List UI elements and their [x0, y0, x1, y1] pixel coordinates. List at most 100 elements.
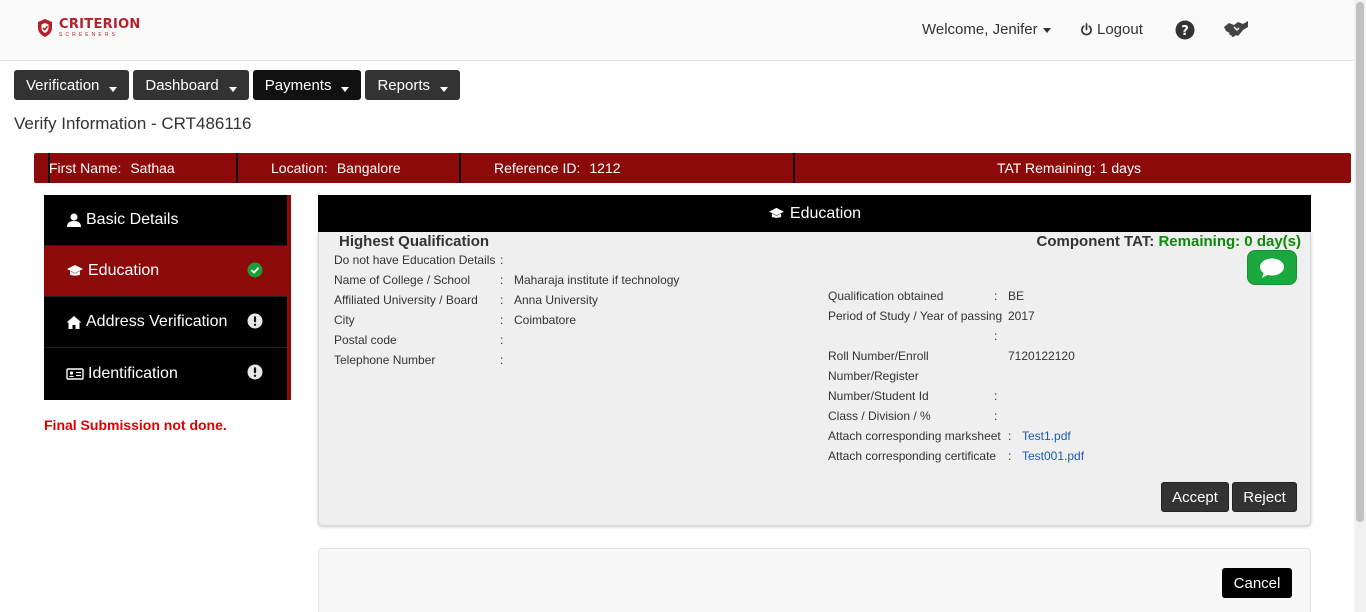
field-label: Roll Number/Enroll	[828, 349, 929, 363]
user-menu[interactable]: Welcome, Jenifer	[922, 21, 1051, 38]
home-icon	[66, 315, 82, 329]
nav-label: Reports	[377, 76, 430, 94]
section-title: Highest Qualification	[339, 233, 490, 250]
sidebar-item-label: Education	[88, 262, 160, 279]
location-value: Bangalore	[336, 160, 401, 176]
field-label: Class / Division / %	[828, 409, 931, 423]
main-nav: Verification Dashboard Payments Reports	[14, 70, 460, 100]
colon: :	[1008, 449, 1012, 463]
first-name-field: First Name: Sathaa	[49, 153, 175, 183]
divider	[236, 153, 238, 183]
first-name-value: Sathaa	[130, 160, 175, 176]
id-card-icon	[66, 367, 84, 380]
reject-button[interactable]: Reject	[1232, 482, 1297, 512]
education-panel-header: Education	[318, 195, 1311, 232]
reference-field: Reference ID: 1212	[494, 153, 621, 183]
location-field: Location: Bangalore	[271, 153, 401, 183]
component-tat-label: Component TAT:	[1036, 233, 1155, 250]
caret-down-icon	[109, 86, 118, 92]
marksheet-link[interactable]: Test1.pdf	[1022, 429, 1071, 443]
comment-icon	[1260, 258, 1284, 278]
logout-link[interactable]: Logout	[1080, 21, 1143, 38]
colon: :	[1008, 429, 1012, 443]
sidebar-item-education[interactable]: Education	[44, 246, 287, 297]
handshake-icon[interactable]	[1223, 18, 1249, 45]
sidebar-item-label: Identification	[88, 364, 178, 382]
field-label: City	[334, 313, 355, 327]
colon: :	[500, 353, 504, 367]
sidebar-item-address-verification[interactable]: Address Verification	[44, 297, 287, 348]
welcome-text: Welcome, Jenifer	[922, 21, 1038, 38]
field-label: Name of College / School	[334, 273, 471, 287]
page-title: Verify Information - CRT486116	[14, 114, 252, 133]
reference-label: Reference ID:	[494, 160, 581, 176]
exclamation-circle-icon	[247, 313, 263, 329]
exclamation-circle-icon	[247, 364, 263, 380]
field-label: Number/Register	[828, 369, 919, 383]
field-label: Attach corresponding marksheet	[828, 429, 1001, 443]
graduation-cap-icon	[768, 207, 784, 218]
caret-down-icon	[228, 86, 237, 92]
colon: :	[500, 293, 504, 307]
nav-label: Verification	[26, 76, 100, 94]
colon: :	[500, 253, 504, 267]
colon: :	[994, 329, 998, 343]
colon: :	[500, 313, 504, 327]
colon: :	[994, 389, 998, 403]
location-label: Location:	[271, 160, 328, 176]
panel-title: Education	[789, 204, 862, 222]
nav-label: Dashboard	[145, 76, 219, 94]
nav-dashboard[interactable]: Dashboard	[133, 70, 249, 100]
logout-label: Logout	[1097, 21, 1143, 38]
field-label: Postal code	[334, 333, 397, 347]
field-label: Period of Study / Year of passing	[828, 309, 1003, 323]
user-icon	[67, 213, 81, 227]
form-footer-panel	[318, 548, 1311, 612]
accept-button[interactable]: Accept	[1161, 482, 1229, 512]
colon: :	[500, 273, 504, 287]
field-value: 2017	[1008, 309, 1035, 323]
nav-verification[interactable]: Verification	[14, 70, 130, 100]
top-header: CRITERION SCREENERS Welcome, Jenifer Log…	[0, 0, 1354, 61]
vertical-scrollbar[interactable]	[1354, 0, 1366, 612]
power-icon	[1081, 23, 1092, 36]
field-label: Telephone Number	[334, 353, 436, 367]
nav-reports[interactable]: Reports	[365, 70, 460, 100]
component-tat-value: Remaining: 0 day(s)	[1158, 233, 1301, 250]
brand-logo[interactable]: CRITERION SCREENERS	[36, 18, 141, 39]
education-panel: Highest Qualification Component TAT: Rem…	[318, 232, 1311, 526]
final-submission-warning: Final Submission not done.	[44, 417, 227, 433]
component-tat: Component TAT: Remaining: 0 day(s)	[1037, 233, 1301, 250]
brand-tagline: SCREENERS	[59, 32, 119, 38]
question-circle-icon[interactable]: ?	[1175, 20, 1195, 45]
field-label: Attach corresponding certificate	[828, 449, 997, 463]
first-name-label: First Name:	[49, 160, 122, 176]
sidebar-item-identification[interactable]: Identification	[44, 348, 287, 399]
reference-value: 1212	[589, 160, 621, 176]
colon: :	[994, 289, 998, 303]
field-label: Do not have Education Details	[334, 253, 496, 267]
certificate-link[interactable]: Test001.pdf	[1022, 449, 1084, 463]
sidebar-item-label: Address Verification	[86, 313, 228, 330]
scrollbar-thumb[interactable]	[1356, 2, 1364, 522]
svg-text:?: ?	[1181, 24, 1189, 39]
candidate-info-bar: First Name: Sathaa Location: Bangalore R…	[34, 153, 1351, 183]
chat-button[interactable]	[1247, 250, 1297, 285]
chevron-down-icon	[1042, 27, 1051, 33]
field-value: Anna University	[514, 293, 599, 307]
cancel-button[interactable]: Cancel	[1222, 568, 1292, 598]
field-label: Affiliated University / Board	[334, 293, 478, 307]
nav-payments[interactable]: Payments	[252, 70, 362, 100]
tat-remaining-text: TAT Remaining: 1 days	[997, 160, 1141, 176]
divider	[793, 153, 795, 183]
field-value: 7120122120	[1008, 349, 1075, 363]
sidebar-item-basic-details[interactable]: Basic Details	[44, 195, 287, 246]
nav-label: Payments	[264, 76, 332, 94]
caret-down-icon	[341, 86, 350, 92]
tat-remaining: TAT Remaining: 1 days	[997, 153, 1141, 183]
field-value: BE	[1008, 289, 1025, 303]
field-label: Qualification obtained	[828, 289, 944, 303]
check-circle-icon	[247, 262, 263, 278]
field-label: Number/Student Id	[828, 389, 929, 403]
caret-down-icon	[440, 86, 448, 92]
